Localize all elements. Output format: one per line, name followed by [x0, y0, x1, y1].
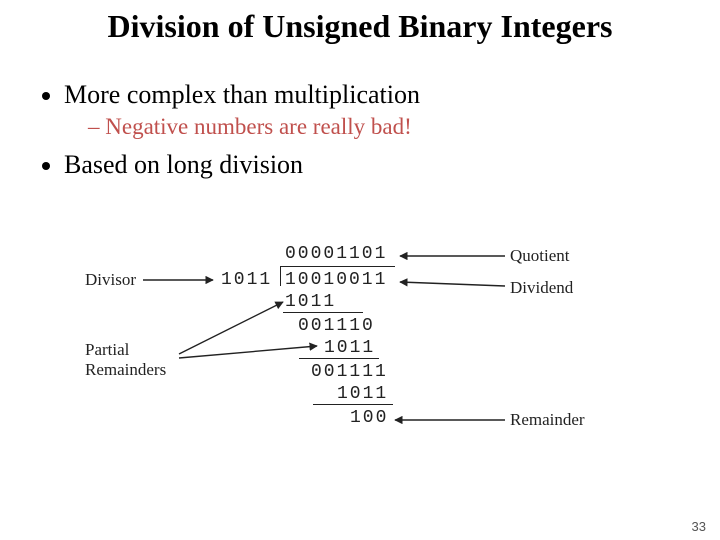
- arrow-partial-1: [179, 302, 283, 354]
- slide-title: Division of Unsigned Binary Integers: [0, 8, 720, 45]
- bullet-1-text: More complex than multiplication: [64, 80, 420, 109]
- page-number: 33: [692, 519, 706, 534]
- bullet-1-sub-1: Negative numbers are really bad!: [88, 114, 690, 140]
- arrow-partial-2: [179, 346, 317, 358]
- slide-body: More complex than multiplication Negativ…: [36, 80, 690, 188]
- arrow-layer: [85, 244, 645, 484]
- arrow-dividend: [400, 282, 505, 286]
- bullet-1: More complex than multiplication Negativ…: [64, 80, 690, 140]
- bullet-2: Based on long division: [64, 150, 690, 180]
- long-division-diagram: 00001101 1011 10010011 1011 001110 1011 …: [85, 244, 645, 484]
